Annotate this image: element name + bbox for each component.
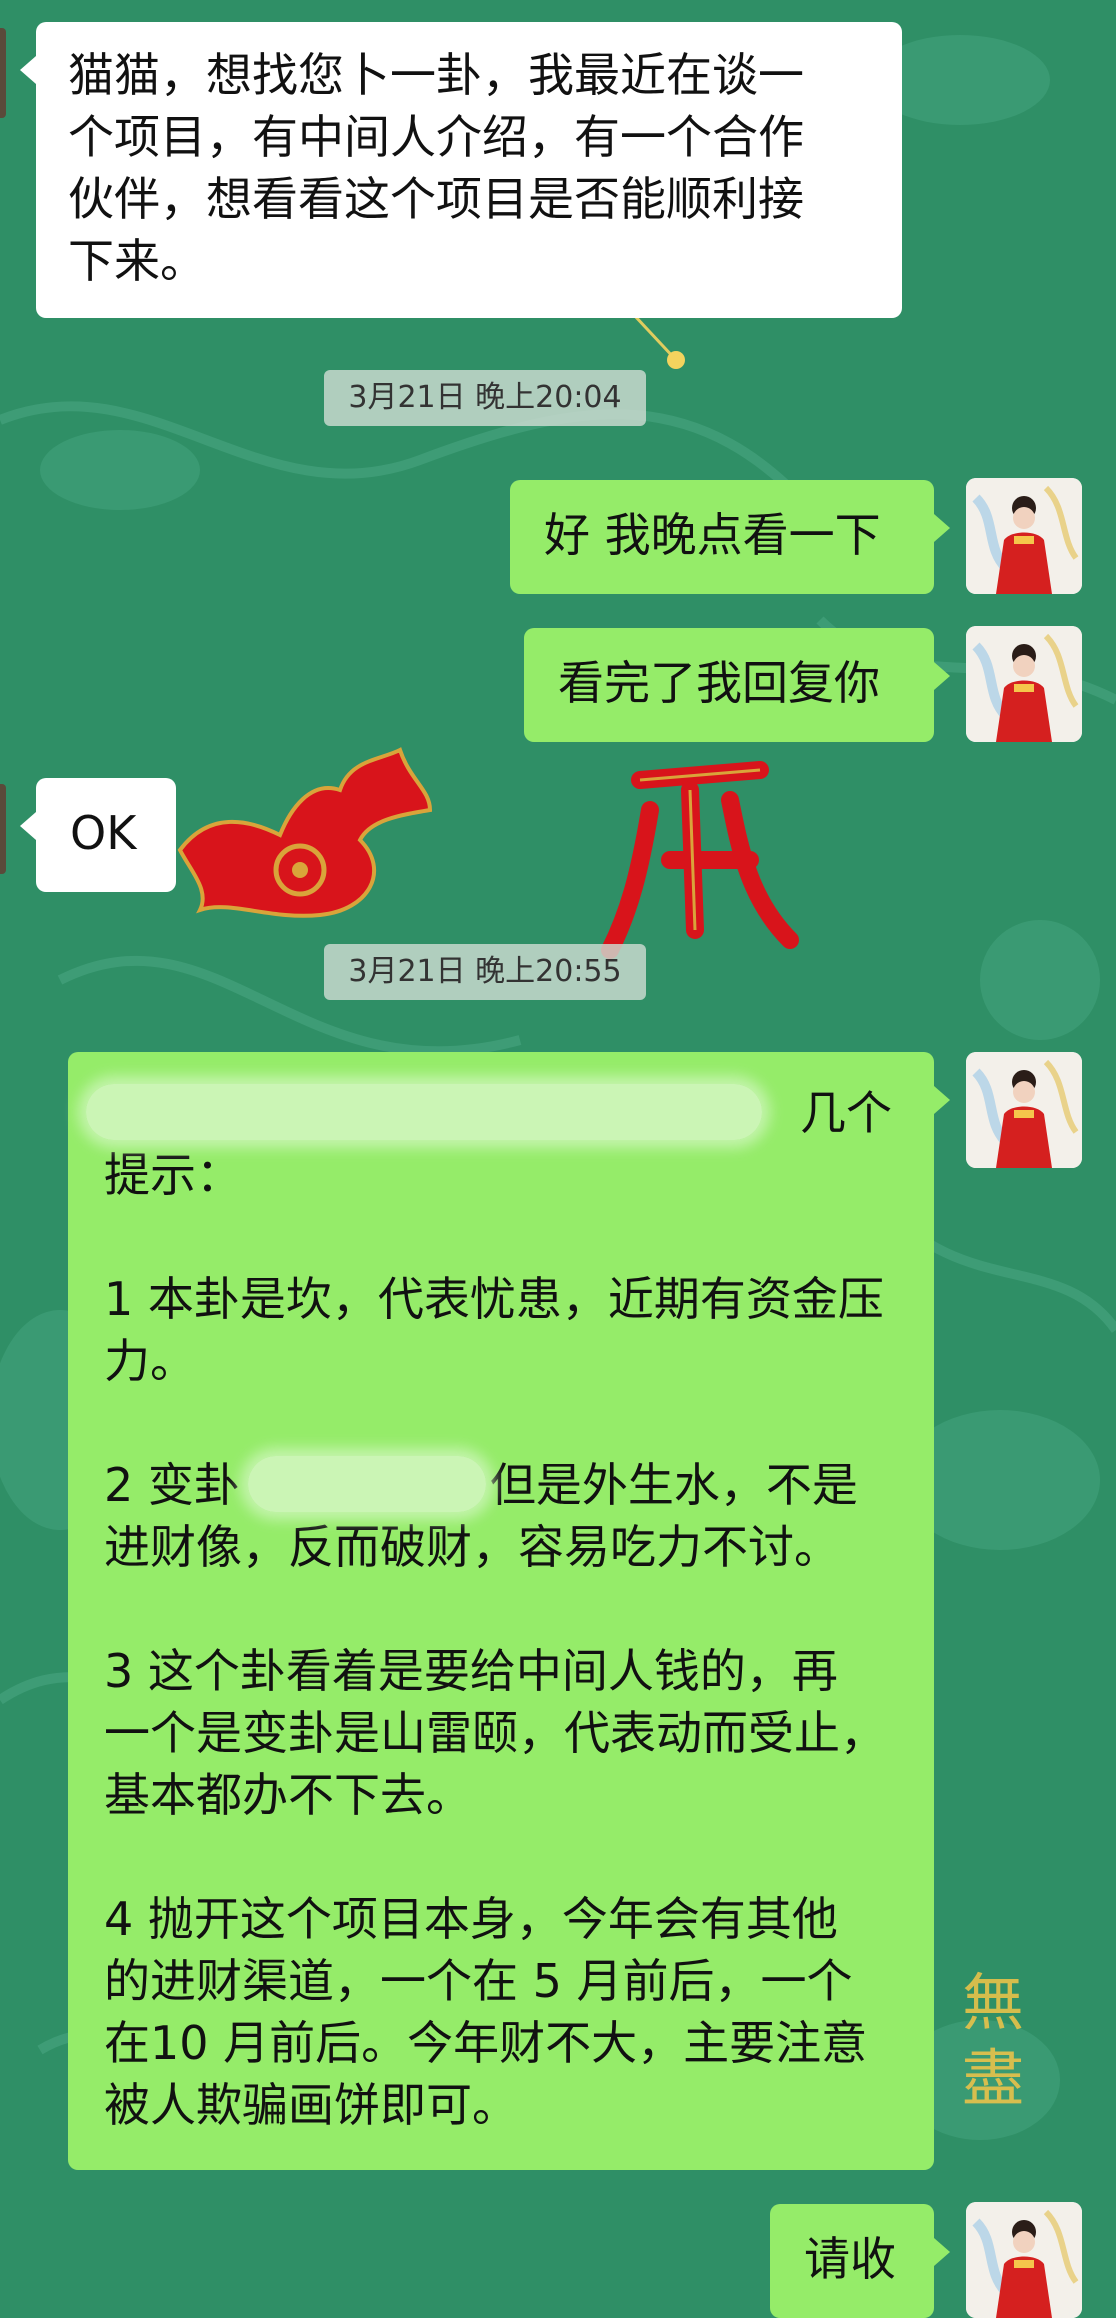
incoming-message-bubble[interactable]: 猫猫，想找您卜一卦，我最近在谈一 个项目，有中间人介绍，有一个合作 伙伴，想看看… (20, 22, 902, 318)
message-text-fragment: 2 变卦 (104, 1458, 240, 1512)
outgoing-message-bubble[interactable]: 看完了我回复你 (524, 628, 950, 742)
message-text-line: 一个是变卦是山雷颐，代表动而受止， (104, 1706, 886, 1760)
watermark-calligraphy: 無盡 (961, 1966, 1024, 2115)
message-text-line: 基本都办不下去。 (104, 1768, 472, 1822)
outgoing-message-bubble[interactable]: 几个 提示： 1 本卦是坎，代表忧患，近期有资金压 力。 2 变卦 但是外生水，不… (68, 1052, 950, 2170)
message-text-line: 个项目，有中间人介绍，有一个合作 (68, 110, 804, 164)
message-text-line: 的进财渠道，一个在 5 月前后，一个 (104, 1954, 853, 2008)
message-text: 看完了我回复你 (558, 656, 880, 710)
contact-avatar-edge[interactable] (0, 28, 6, 118)
message-text-line: 下来。 (68, 234, 206, 288)
red-fish-stamp (177, 747, 433, 918)
message-text-fragment: 几个 (800, 1086, 892, 1140)
message-text-line: 猫猫，想找您卜一卦，我最近在谈一 (68, 48, 804, 102)
user-avatar[interactable] (966, 626, 1082, 742)
user-avatar[interactable] (966, 2202, 1082, 2318)
avatar-image (966, 2202, 1082, 2318)
message-text-line: 2 变卦 但是外生水，不是 (104, 1454, 898, 1516)
avatar-image (966, 1052, 1082, 1168)
message-text-line: 提示： (104, 1148, 242, 1202)
message-text-fragment: 但是外生水，不是 (489, 1458, 858, 1512)
message-text-line: 4 抛开这个项目本身，今年会有其他 (104, 1892, 838, 1946)
incoming-message-bubble[interactable]: OK (20, 778, 176, 892)
avatar-image (966, 626, 1082, 742)
message-text-line: 被人欺骗画饼即可。 (104, 2078, 518, 2132)
red-seal-glyph (601, 761, 799, 959)
redacted-text-blur (248, 1456, 486, 1512)
message-text: 请收 (804, 2232, 896, 2286)
user-avatar[interactable] (966, 478, 1082, 594)
avatar-image (966, 478, 1082, 594)
outgoing-message-bubble[interactable]: 请收 (770, 2204, 950, 2318)
message-text-line: 伙伴，想看看这个项目是否能顺利接 (68, 172, 804, 226)
message-text-line: 在10 月前后。今年财不大，主要注意 (104, 2016, 868, 2070)
contact-avatar-edge[interactable] (0, 784, 6, 874)
redacted-text-blur (86, 1084, 762, 1140)
message-text: 好 我晚点看一下 (544, 508, 881, 562)
message-text-line: 力。 (104, 1334, 196, 1388)
timestamp-label: 3月21日 晚上20:04 (324, 370, 646, 426)
message-text-line: 3 这个卦看着是要给中间人钱的，再 (104, 1644, 838, 1698)
message-text-line: 1 本卦是坎，代表忧患，近期有资金压 (104, 1272, 884, 1326)
message-text: OK (70, 806, 137, 860)
user-avatar[interactable] (966, 1052, 1082, 1168)
outgoing-message-bubble[interactable]: 好 我晚点看一下 (510, 480, 950, 594)
timestamp-label: 3月21日 晚上20:55 (324, 944, 646, 1000)
message-text-line: 进财像，反而破财，容易吃力不讨。 (104, 1520, 840, 1574)
